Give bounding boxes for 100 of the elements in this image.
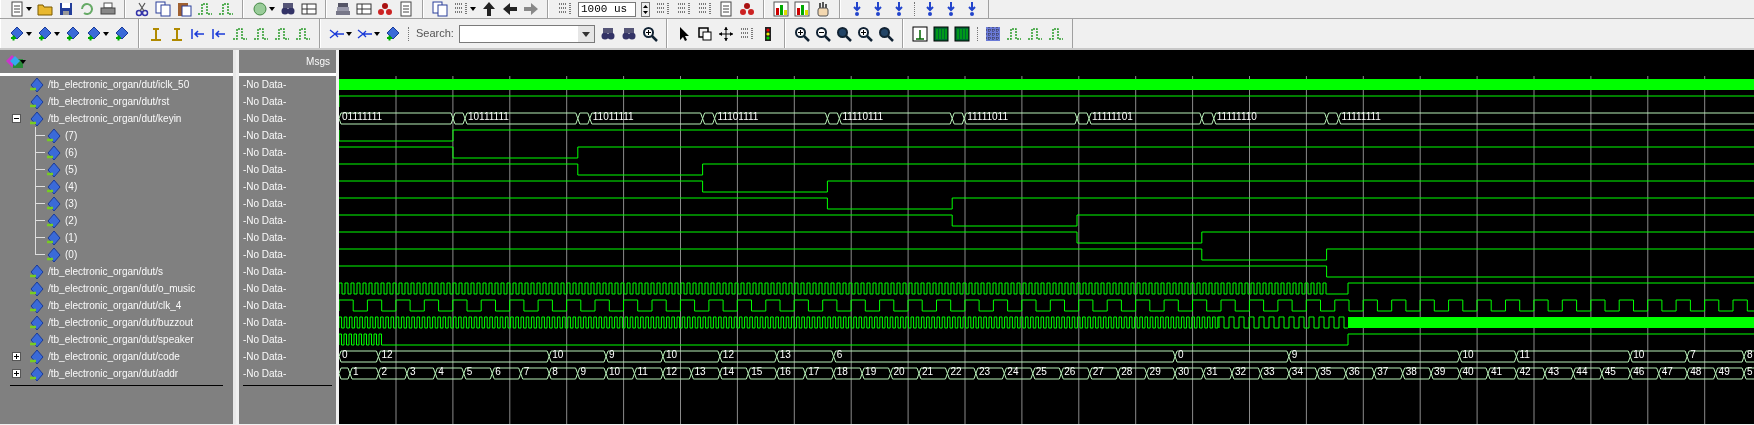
list-icon[interactable] — [676, 1, 692, 17]
signal-name[interactable]: (4) — [65, 179, 78, 194]
zoom-out-icon[interactable] — [814, 25, 831, 42]
window-icon[interactable] — [696, 25, 713, 42]
caret-icon[interactable] — [470, 7, 476, 11]
diamond-icon[interactable] — [9, 25, 25, 42]
bus-value: 10 — [1462, 348, 1474, 360]
signal-name[interactable]: /tb_electronic_organ/dut/s — [48, 264, 164, 279]
spinner-icon[interactable] — [641, 1, 650, 17]
diamond-icon[interactable] — [86, 25, 102, 42]
signal-name[interactable]: (0) — [65, 247, 78, 262]
caret-icon[interactable] — [346, 31, 352, 36]
copy-icon[interactable] — [155, 1, 171, 17]
clipboard-icon[interactable] — [176, 1, 192, 17]
magnifier-icon[interactable] — [835, 25, 852, 42]
binoculars-icon[interactable] — [620, 25, 637, 42]
copy-icon[interactable] — [432, 1, 448, 17]
bus-value: 39 — [1434, 365, 1446, 377]
caret-icon[interactable] — [26, 31, 32, 36]
bus-value: 11111101 — [1092, 110, 1133, 122]
books-icon[interactable] — [335, 1, 351, 17]
dots-icon[interactable] — [377, 1, 393, 17]
expand-toggle[interactable] — [12, 352, 21, 361]
expand-toggle[interactable] — [12, 369, 21, 378]
move-icon[interactable] — [717, 25, 734, 42]
bus-value: 1 — [353, 365, 359, 377]
bar-chart-icon[interactable] — [794, 1, 810, 17]
signal-name[interactable]: (1) — [65, 230, 78, 245]
bus-value: 15 — [751, 365, 763, 377]
scissors-icon[interactable] — [134, 1, 150, 17]
diamond-icon — [45, 178, 61, 195]
caret-icon[interactable] — [269, 7, 275, 11]
list-icon[interactable] — [453, 1, 469, 17]
signal-name[interactable]: /tb_electronic_organ/dut/buzzout — [48, 315, 194, 330]
marker-icon[interactable] — [148, 25, 164, 42]
bus-value: 6 — [836, 348, 843, 360]
table-icon[interactable] — [301, 1, 317, 17]
table-icon[interactable] — [356, 1, 372, 17]
signal-name[interactable]: /tb_electronic_organ/dut/rst — [48, 94, 170, 109]
signal-name[interactable]: /tb_electronic_organ/dut/clk_4 — [48, 298, 182, 313]
binoculars-icon[interactable] — [280, 1, 296, 17]
signal-name[interactable]: (6) — [65, 145, 78, 160]
bus-value: 7 — [1690, 348, 1696, 360]
signal-value: -No Data- — [242, 231, 287, 245]
marker-icon[interactable] — [169, 25, 185, 42]
signal-name[interactable]: (3) — [65, 196, 78, 211]
folder-icon[interactable] — [37, 1, 53, 17]
diamond-icon[interactable] — [37, 25, 53, 42]
bars-box-icon[interactable] — [953, 25, 970, 42]
bus-value: 14 — [722, 365, 734, 377]
bars-box-icon[interactable] — [932, 25, 949, 42]
list-icon[interactable] — [557, 1, 573, 17]
right-arrow-icon[interactable] — [523, 1, 539, 17]
dots-icon[interactable] — [739, 1, 755, 17]
zoom-in-icon[interactable] — [793, 25, 810, 42]
zoom-in-icon[interactable] — [856, 25, 873, 42]
bus-value: 21 — [922, 365, 934, 377]
bar-chart-icon[interactable] — [773, 1, 789, 17]
signal-name[interactable]: /tb_electronic_organ/dut/addr — [48, 366, 179, 381]
page-icon[interactable] — [718, 1, 734, 17]
signal-value: -No Data- — [242, 248, 287, 262]
signal-name[interactable]: /tb_electronic_organ/dut/keyin — [48, 111, 182, 126]
diamond-icon[interactable] — [114, 25, 130, 42]
signal-value: -No Data- — [242, 163, 287, 177]
pattern-icon[interactable] — [984, 25, 1001, 42]
signal-name[interactable]: /tb_electronic_organ/dut/speaker — [48, 332, 194, 347]
signal-name[interactable]: (2) — [65, 213, 78, 228]
page-icon[interactable] — [398, 1, 414, 17]
signal-name[interactable]: /tb_electronic_organ/dut/o_music — [48, 281, 196, 296]
zoom-in-icon[interactable] — [641, 25, 658, 42]
list-icon[interactable] — [697, 1, 713, 17]
signal-name[interactable]: /tb_electronic_organ/dut/iclk_50 — [48, 77, 190, 92]
search-label: Search: — [416, 26, 454, 42]
magnifier-icon[interactable] — [877, 25, 894, 42]
list-icon[interactable] — [738, 25, 755, 42]
diamond-icon[interactable] — [385, 25, 401, 42]
caret-icon[interactable] — [54, 31, 60, 36]
signal-name[interactable]: (7) — [65, 128, 78, 143]
bus-value: 23 — [978, 365, 991, 377]
binoculars-icon[interactable] — [599, 25, 616, 42]
left-arrow-icon[interactable] — [502, 1, 518, 17]
caret-icon[interactable] — [103, 31, 109, 36]
collapse-toggle[interactable] — [12, 114, 21, 123]
signal-name[interactable]: /tb_electronic_organ/dut/code — [48, 349, 180, 364]
up-arrow-icon[interactable] — [481, 1, 497, 17]
search-field[interactable] — [458, 24, 595, 43]
list-icon[interactable] — [655, 1, 671, 17]
bus-value: 10 — [609, 365, 621, 377]
caret-icon[interactable] — [374, 31, 380, 36]
time-field[interactable]: 1000 us — [578, 1, 636, 17]
bus-value: 20 — [893, 365, 905, 377]
signal-box-icon[interactable] — [911, 25, 928, 42]
bus-value: 11111011 — [967, 110, 1008, 122]
signal-name[interactable]: (5) — [65, 162, 78, 177]
caret-icon[interactable] — [26, 7, 32, 11]
diamond-icon — [28, 297, 44, 314]
hand-icon[interactable] — [815, 1, 831, 17]
bus-value: 49 — [1718, 365, 1730, 377]
diamond-icon[interactable] — [65, 25, 81, 42]
printer-icon[interactable] — [100, 1, 116, 17]
